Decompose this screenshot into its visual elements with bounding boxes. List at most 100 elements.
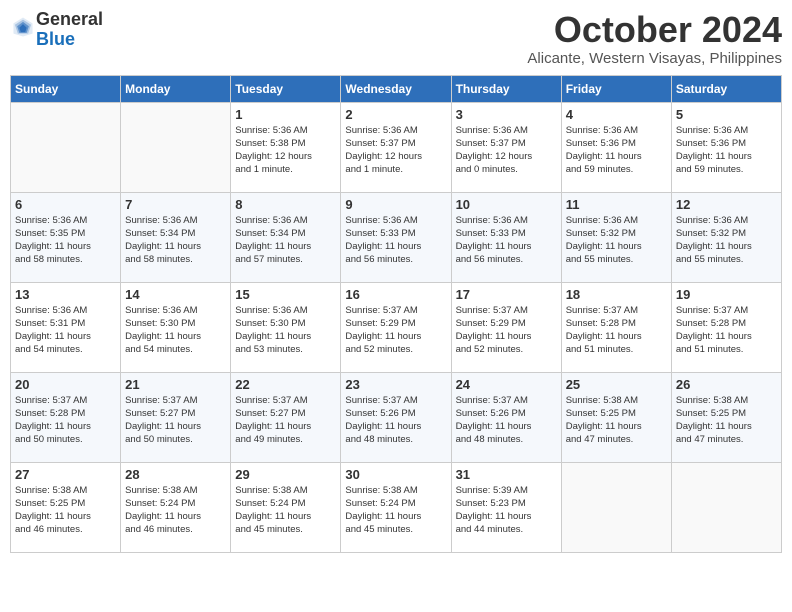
day-number: 8 bbox=[235, 197, 336, 212]
day-info: Sunrise: 5:37 AM Sunset: 5:27 PM Dayligh… bbox=[125, 394, 226, 447]
calendar-cell: 22Sunrise: 5:37 AM Sunset: 5:27 PM Dayli… bbox=[231, 372, 341, 462]
logo-blue-text: Blue bbox=[36, 29, 75, 49]
calendar-cell bbox=[121, 102, 231, 192]
month-title: October 2024 bbox=[527, 10, 782, 50]
day-info: Sunrise: 5:36 AM Sunset: 5:37 PM Dayligh… bbox=[456, 124, 557, 177]
calendar-week-row: 27 Sunrise: 5:38 AM Sunset: 5:25 PM Dayli… bbox=[11, 462, 782, 552]
day-number: 18 bbox=[566, 287, 667, 302]
logo: General Blue bbox=[10, 10, 103, 50]
calendar-cell bbox=[11, 102, 121, 192]
day-info: Sunrise: 5:39 AM Sunset: 5:23 PM Dayligh… bbox=[456, 484, 557, 537]
day-number: 21 bbox=[125, 377, 226, 392]
day-info: Sunrise: 5:38 AM Sunset: 5:24 PM Dayligh… bbox=[235, 484, 336, 537]
calendar-cell: 24 Sunrise: 5:37 AM Sunset: 5:26 PM Dayli… bbox=[451, 372, 561, 462]
day-info: Sunrise: 5:36 AM Sunset: 5:34 PM Dayligh… bbox=[235, 214, 336, 267]
day-info: Sunrise: 5:36 AM Sunset: 5:36 PM Dayligh… bbox=[676, 124, 777, 177]
day-info: Sunrise: 5:38 AM Sunset: 5:24 PM Dayligh… bbox=[345, 484, 446, 537]
weekday-header-row: SundayMondayTuesdayWednesdayThursdayFrid… bbox=[11, 75, 782, 102]
calendar-cell: 15 Sunrise: 5:36 AM Sunset: 5:30 PM Dayli… bbox=[231, 282, 341, 372]
day-number: 20 bbox=[15, 377, 116, 392]
calendar-cell: 25 Sunrise: 5:38 AM Sunset: 5:25 PM Dayli… bbox=[561, 372, 671, 462]
day-info: Sunrise: 5:38 AM Sunset: 5:24 PM Dayligh… bbox=[125, 484, 226, 537]
calendar-cell: 6 Sunrise: 5:36 AM Sunset: 5:35 PM Daylig… bbox=[11, 192, 121, 282]
calendar-cell: 29Sunrise: 5:38 AM Sunset: 5:24 PM Dayli… bbox=[231, 462, 341, 552]
weekday-header-wednesday: Wednesday bbox=[341, 75, 451, 102]
weekday-header-monday: Monday bbox=[121, 75, 231, 102]
calendar-cell: 18Sunrise: 5:37 AM Sunset: 5:28 PM Dayli… bbox=[561, 282, 671, 372]
day-number: 9 bbox=[345, 197, 446, 212]
day-info: Sunrise: 5:36 AM Sunset: 5:32 PM Dayligh… bbox=[676, 214, 777, 267]
day-number: 23 bbox=[345, 377, 446, 392]
day-number: 3 bbox=[456, 107, 557, 122]
day-number: 12 bbox=[676, 197, 777, 212]
calendar-cell: 17Sunrise: 5:37 AM Sunset: 5:29 PM Dayli… bbox=[451, 282, 561, 372]
day-info: Sunrise: 5:37 AM Sunset: 5:28 PM Dayligh… bbox=[15, 394, 116, 447]
day-number: 15 bbox=[235, 287, 336, 302]
day-info: Sunrise: 5:36 AM Sunset: 5:32 PM Dayligh… bbox=[566, 214, 667, 267]
calendar-cell: 30 Sunrise: 5:38 AM Sunset: 5:24 PM Dayli… bbox=[341, 462, 451, 552]
weekday-header-sunday: Sunday bbox=[11, 75, 121, 102]
day-number: 11 bbox=[566, 197, 667, 212]
calendar-week-row: 1 Sunrise: 5:36 AM Sunset: 5:38 PM Daylig… bbox=[11, 102, 782, 192]
day-number: 30 bbox=[345, 467, 446, 482]
day-number: 5 bbox=[676, 107, 777, 122]
day-info: Sunrise: 5:36 AM Sunset: 5:37 PM Dayligh… bbox=[345, 124, 446, 177]
calendar-cell: 1 Sunrise: 5:36 AM Sunset: 5:38 PM Daylig… bbox=[231, 102, 341, 192]
day-number: 27 bbox=[15, 467, 116, 482]
calendar-cell: 7Sunrise: 5:36 AM Sunset: 5:34 PM Daylig… bbox=[121, 192, 231, 282]
calendar-cell: 4Sunrise: 5:36 AM Sunset: 5:36 PM Daylig… bbox=[561, 102, 671, 192]
day-info: Sunrise: 5:37 AM Sunset: 5:26 PM Dayligh… bbox=[345, 394, 446, 447]
calendar-cell: 19 Sunrise: 5:37 AM Sunset: 5:28 PM Dayli… bbox=[671, 282, 781, 372]
weekday-header-saturday: Saturday bbox=[671, 75, 781, 102]
day-number: 4 bbox=[566, 107, 667, 122]
day-info: Sunrise: 5:36 AM Sunset: 5:33 PM Dayligh… bbox=[456, 214, 557, 267]
day-info: Sunrise: 5:36 AM Sunset: 5:33 PM Dayligh… bbox=[345, 214, 446, 267]
calendar-cell bbox=[561, 462, 671, 552]
day-number: 16 bbox=[345, 287, 446, 302]
day-info: Sunrise: 5:36 AM Sunset: 5:30 PM Dayligh… bbox=[235, 304, 336, 357]
day-info: Sunrise: 5:36 AM Sunset: 5:38 PM Dayligh… bbox=[235, 124, 336, 177]
day-info: Sunrise: 5:38 AM Sunset: 5:25 PM Dayligh… bbox=[566, 394, 667, 447]
calendar-table: SundayMondayTuesdayWednesdayThursdayFrid… bbox=[10, 75, 782, 553]
day-info: Sunrise: 5:38 AM Sunset: 5:25 PM Dayligh… bbox=[676, 394, 777, 447]
calendar-week-row: 6 Sunrise: 5:36 AM Sunset: 5:35 PM Daylig… bbox=[11, 192, 782, 282]
day-number: 14 bbox=[125, 287, 226, 302]
day-number: 2 bbox=[345, 107, 446, 122]
page-header: General Blue October 2024 Alicante, West… bbox=[10, 10, 782, 67]
calendar-cell: 14Sunrise: 5:36 AM Sunset: 5:30 PM Dayli… bbox=[121, 282, 231, 372]
calendar-cell: 27 Sunrise: 5:38 AM Sunset: 5:25 PM Dayli… bbox=[11, 462, 121, 552]
day-info: Sunrise: 5:37 AM Sunset: 5:26 PM Dayligh… bbox=[456, 394, 557, 447]
calendar-cell: 10 Sunrise: 5:36 AM Sunset: 5:33 PM Dayli… bbox=[451, 192, 561, 282]
weekday-header-friday: Friday bbox=[561, 75, 671, 102]
day-number: 19 bbox=[676, 287, 777, 302]
calendar-cell: 12 Sunrise: 5:36 AM Sunset: 5:32 PM Dayli… bbox=[671, 192, 781, 282]
calendar-cell: 20 Sunrise: 5:37 AM Sunset: 5:28 PM Dayli… bbox=[11, 372, 121, 462]
day-number: 1 bbox=[235, 107, 336, 122]
day-info: Sunrise: 5:38 AM Sunset: 5:25 PM Dayligh… bbox=[15, 484, 116, 537]
calendar-cell: 23 Sunrise: 5:37 AM Sunset: 5:26 PM Dayli… bbox=[341, 372, 451, 462]
calendar-cell: 21 Sunrise: 5:37 AM Sunset: 5:27 PM Dayli… bbox=[121, 372, 231, 462]
logo-icon bbox=[12, 16, 34, 38]
weekday-header-tuesday: Tuesday bbox=[231, 75, 341, 102]
day-number: 22 bbox=[235, 377, 336, 392]
day-number: 25 bbox=[566, 377, 667, 392]
calendar-cell: 28Sunrise: 5:38 AM Sunset: 5:24 PM Dayli… bbox=[121, 462, 231, 552]
calendar-cell: 26Sunrise: 5:38 AM Sunset: 5:25 PM Dayli… bbox=[671, 372, 781, 462]
day-number: 6 bbox=[15, 197, 116, 212]
day-number: 13 bbox=[15, 287, 116, 302]
calendar-cell: 16 Sunrise: 5:37 AM Sunset: 5:29 PM Dayli… bbox=[341, 282, 451, 372]
day-number: 24 bbox=[456, 377, 557, 392]
day-number: 31 bbox=[456, 467, 557, 482]
day-info: Sunrise: 5:36 AM Sunset: 5:31 PM Dayligh… bbox=[15, 304, 116, 357]
calendar-cell: 2 Sunrise: 5:36 AM Sunset: 5:37 PM Daylig… bbox=[341, 102, 451, 192]
day-number: 10 bbox=[456, 197, 557, 212]
title-block: October 2024 Alicante, Western Visayas, … bbox=[527, 10, 782, 67]
day-number: 17 bbox=[456, 287, 557, 302]
day-number: 7 bbox=[125, 197, 226, 212]
day-info: Sunrise: 5:37 AM Sunset: 5:29 PM Dayligh… bbox=[345, 304, 446, 357]
day-info: Sunrise: 5:37 AM Sunset: 5:28 PM Dayligh… bbox=[676, 304, 777, 357]
calendar-cell: 13 Sunrise: 5:36 AM Sunset: 5:31 PM Dayli… bbox=[11, 282, 121, 372]
day-info: Sunrise: 5:36 AM Sunset: 5:35 PM Dayligh… bbox=[15, 214, 116, 267]
calendar-cell: 5 Sunrise: 5:36 AM Sunset: 5:36 PM Daylig… bbox=[671, 102, 781, 192]
weekday-header-thursday: Thursday bbox=[451, 75, 561, 102]
